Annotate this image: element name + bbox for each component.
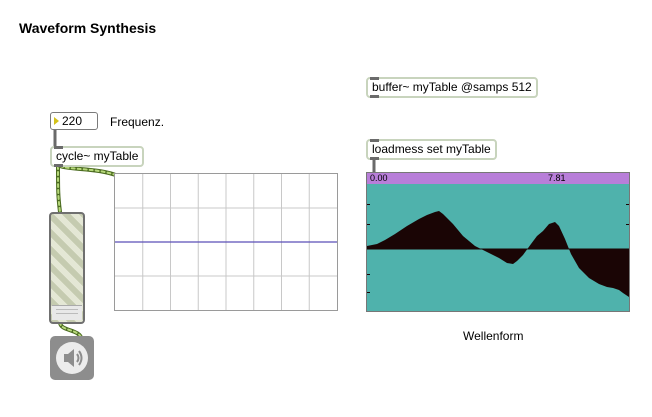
dac-speaker-button[interactable] [50,336,94,380]
frequency-label: Frequenz. [110,115,165,129]
oscilloscope-grid [115,174,337,310]
number-box-triangle-icon [54,117,59,125]
waveform-ruler[interactable]: 0.00 7.81 [367,173,629,184]
cycle-object-text: cycle~ myTable [56,149,139,163]
loadmess-object-text: loadmess set myTable [372,142,491,156]
buffer-object-text: buffer~ myTable @samps 512 [372,80,532,94]
buffer-outlet[interactable] [370,95,379,98]
gain-slider-knob[interactable] [52,305,82,320]
cycle-inlet[interactable] [54,146,63,149]
loadmess-outlet[interactable] [370,157,379,160]
loadmess-object[interactable]: loadmess set myTable [366,139,497,160]
waveform-display[interactable]: 0.00 7.81 [366,172,630,312]
gain-slider[interactable] [49,212,85,324]
loadmess-inlet[interactable] [370,139,379,142]
ruler-start-label: 0.00 [370,173,388,183]
oscilloscope-display[interactable] [114,173,338,311]
waveform-caption: Wellenform [463,329,524,343]
buffer-object[interactable]: buffer~ myTable @samps 512 [366,77,538,98]
speaker-icon [56,342,88,374]
buffer-inlet[interactable] [370,77,379,80]
cycle-outlet[interactable] [54,164,63,167]
ruler-end-label: 7.81 [548,173,566,183]
waveform-plot [367,204,629,297]
frequency-value: 220 [62,114,83,128]
waveform-shape [367,211,629,297]
frequency-number-box[interactable]: 220 [50,112,98,130]
cycle-object[interactable]: cycle~ myTable [50,146,145,167]
